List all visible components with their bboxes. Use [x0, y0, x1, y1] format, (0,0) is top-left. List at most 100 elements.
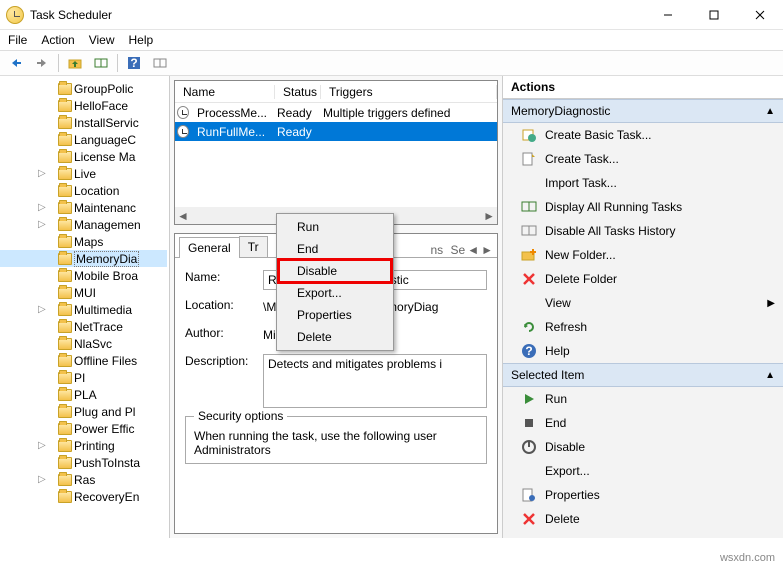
action-item[interactable]: Disable All Tasks History	[503, 219, 783, 243]
tree-item[interactable]: ▷Multimedia	[0, 301, 167, 318]
context-menu-item[interactable]: Properties	[279, 304, 391, 326]
folder-icon	[58, 457, 72, 469]
action-label: Help	[545, 344, 570, 358]
action-item[interactable]: Properties	[503, 483, 783, 507]
tree-item-label: PushToInsta	[74, 456, 140, 470]
tree-item[interactable]: LanguageC	[0, 131, 167, 148]
task-row[interactable]: RunFullMe...Ready	[175, 122, 497, 141]
tree-item[interactable]: Mobile Broa	[0, 267, 167, 284]
expand-icon[interactable]: ▷	[38, 304, 46, 315]
action-item[interactable]: New Folder...	[503, 243, 783, 267]
tab-triggers[interactable]: Tr	[239, 236, 268, 257]
tab-general[interactable]: General	[179, 237, 240, 258]
tree-item[interactable]: GroupPolic	[0, 80, 167, 97]
context-menu-item[interactable]: Export...	[279, 282, 391, 304]
maximize-button[interactable]	[691, 0, 737, 30]
tree-item[interactable]: PLA	[0, 386, 167, 403]
action-item[interactable]: Disable	[503, 435, 783, 459]
action-item[interactable]: Delete Folder	[503, 267, 783, 291]
tree-item[interactable]: MUI	[0, 284, 167, 301]
folder-tree[interactable]: GroupPolicHelloFaceInstallServic Language…	[0, 76, 170, 538]
action-item[interactable]: ?Help	[503, 339, 783, 363]
action-label: Export...	[545, 464, 590, 478]
expand-icon[interactable]: ▷	[38, 168, 46, 179]
actions-pane: Actions MemoryDiagnostic▲ Create Basic T…	[503, 76, 783, 538]
expand-icon[interactable]: ▷	[38, 219, 46, 230]
tree-item[interactable]: NetTrace	[0, 318, 167, 335]
action-item[interactable]: Create Basic Task...	[503, 123, 783, 147]
tree-item[interactable]: PI	[0, 369, 167, 386]
folder-icon	[58, 287, 72, 299]
col-status[interactable]: Status	[275, 85, 321, 99]
task-row[interactable]: ProcessMe...ReadyMultiple triggers defin…	[175, 103, 497, 122]
tree-item[interactable]: MemoryDia	[0, 250, 167, 267]
forward-button[interactable]	[30, 52, 54, 74]
action-label: Display All Running Tasks	[545, 200, 682, 214]
actions-section-1[interactable]: MemoryDiagnostic▲	[503, 99, 783, 123]
tree-item[interactable]: Offline Files	[0, 352, 167, 369]
col-name[interactable]: Name	[175, 85, 275, 99]
folder-up-button[interactable]	[63, 52, 87, 74]
menu-file[interactable]: File	[8, 33, 27, 47]
folder-icon	[58, 134, 72, 146]
context-menu-item[interactable]: Disable	[279, 260, 391, 282]
help-button[interactable]: ?	[122, 52, 146, 74]
action-item[interactable]: Import Task...	[503, 171, 783, 195]
tree-item[interactable]: ▷Live	[0, 165, 167, 182]
tree-item[interactable]: ▷Ras	[0, 471, 167, 488]
tree-item[interactable]: ▷Managemen	[0, 216, 167, 233]
back-button[interactable]	[4, 52, 28, 74]
task-list[interactable]: Name Status Triggers ProcessMe...ReadyMu…	[174, 80, 498, 225]
tree-item[interactable]: RecoveryEn	[0, 488, 167, 505]
description-field[interactable]: Detects and mitigates problems i	[263, 354, 487, 408]
folder-icon	[58, 202, 72, 214]
tree-item-label: Printing	[74, 439, 115, 453]
action-label: Create Task...	[545, 152, 619, 166]
expand-icon[interactable]: ▷	[38, 474, 46, 485]
tree-item[interactable]: Location	[0, 182, 167, 199]
tree-item[interactable]: PushToInsta	[0, 454, 167, 471]
expand-icon[interactable]: ▷	[38, 440, 46, 451]
menu-view[interactable]: View	[89, 33, 115, 47]
action-item[interactable]: End	[503, 411, 783, 435]
export-icon	[521, 463, 537, 479]
action-item[interactable]: Display All Running Tasks	[503, 195, 783, 219]
tree-item[interactable]: Power Effic	[0, 420, 167, 437]
tab-scroll-right[interactable]: ►	[481, 243, 493, 257]
tree-item[interactable]: HelloFace	[0, 97, 167, 114]
action-item[interactable]: Create Task...	[503, 147, 783, 171]
tree-item[interactable]: ▷ Printing	[0, 437, 167, 454]
tree-item[interactable]: NlaSvc	[0, 335, 167, 352]
col-triggers[interactable]: Triggers	[321, 85, 497, 99]
tree-item[interactable]: Maps	[0, 233, 167, 250]
properties-button[interactable]	[148, 52, 172, 74]
show-hide-console-button[interactable]	[89, 52, 113, 74]
action-label: New Folder...	[545, 248, 616, 262]
action-item[interactable]: View▶	[503, 291, 783, 315]
actions-section-2[interactable]: Selected Item▲	[503, 363, 783, 387]
context-menu-item[interactable]: Run	[279, 216, 391, 238]
tree-item[interactable]: InstallServic	[0, 114, 167, 131]
context-menu-item[interactable]: End	[279, 238, 391, 260]
action-item[interactable]: Delete	[503, 507, 783, 531]
tab-scroll-left[interactable]: ◄	[467, 243, 479, 257]
minimize-button[interactable]	[645, 0, 691, 30]
security-line-1: When running the task, use the following…	[194, 429, 478, 443]
action-item[interactable]: Export...	[503, 459, 783, 483]
tree-item[interactable]: License Ma	[0, 148, 167, 165]
expand-icon[interactable]: ▷	[38, 202, 46, 213]
task-icon	[177, 125, 189, 138]
context-menu-item[interactable]: Delete	[279, 326, 391, 348]
name-label: Name:	[185, 270, 263, 290]
folder-icon	[58, 219, 72, 231]
action-item[interactable]: Run	[503, 387, 783, 411]
folder-icon	[58, 253, 72, 265]
menu-action[interactable]: Action	[41, 33, 74, 47]
action-item[interactable]: Refresh	[503, 315, 783, 339]
tree-item-label: LanguageC	[74, 133, 136, 147]
menu-help[interactable]: Help	[129, 33, 154, 47]
action-label: Delete	[545, 512, 580, 526]
tree-item[interactable]: ▷Maintenanc	[0, 199, 167, 216]
close-button[interactable]	[737, 0, 783, 30]
tree-item[interactable]: Plug and Pl	[0, 403, 167, 420]
